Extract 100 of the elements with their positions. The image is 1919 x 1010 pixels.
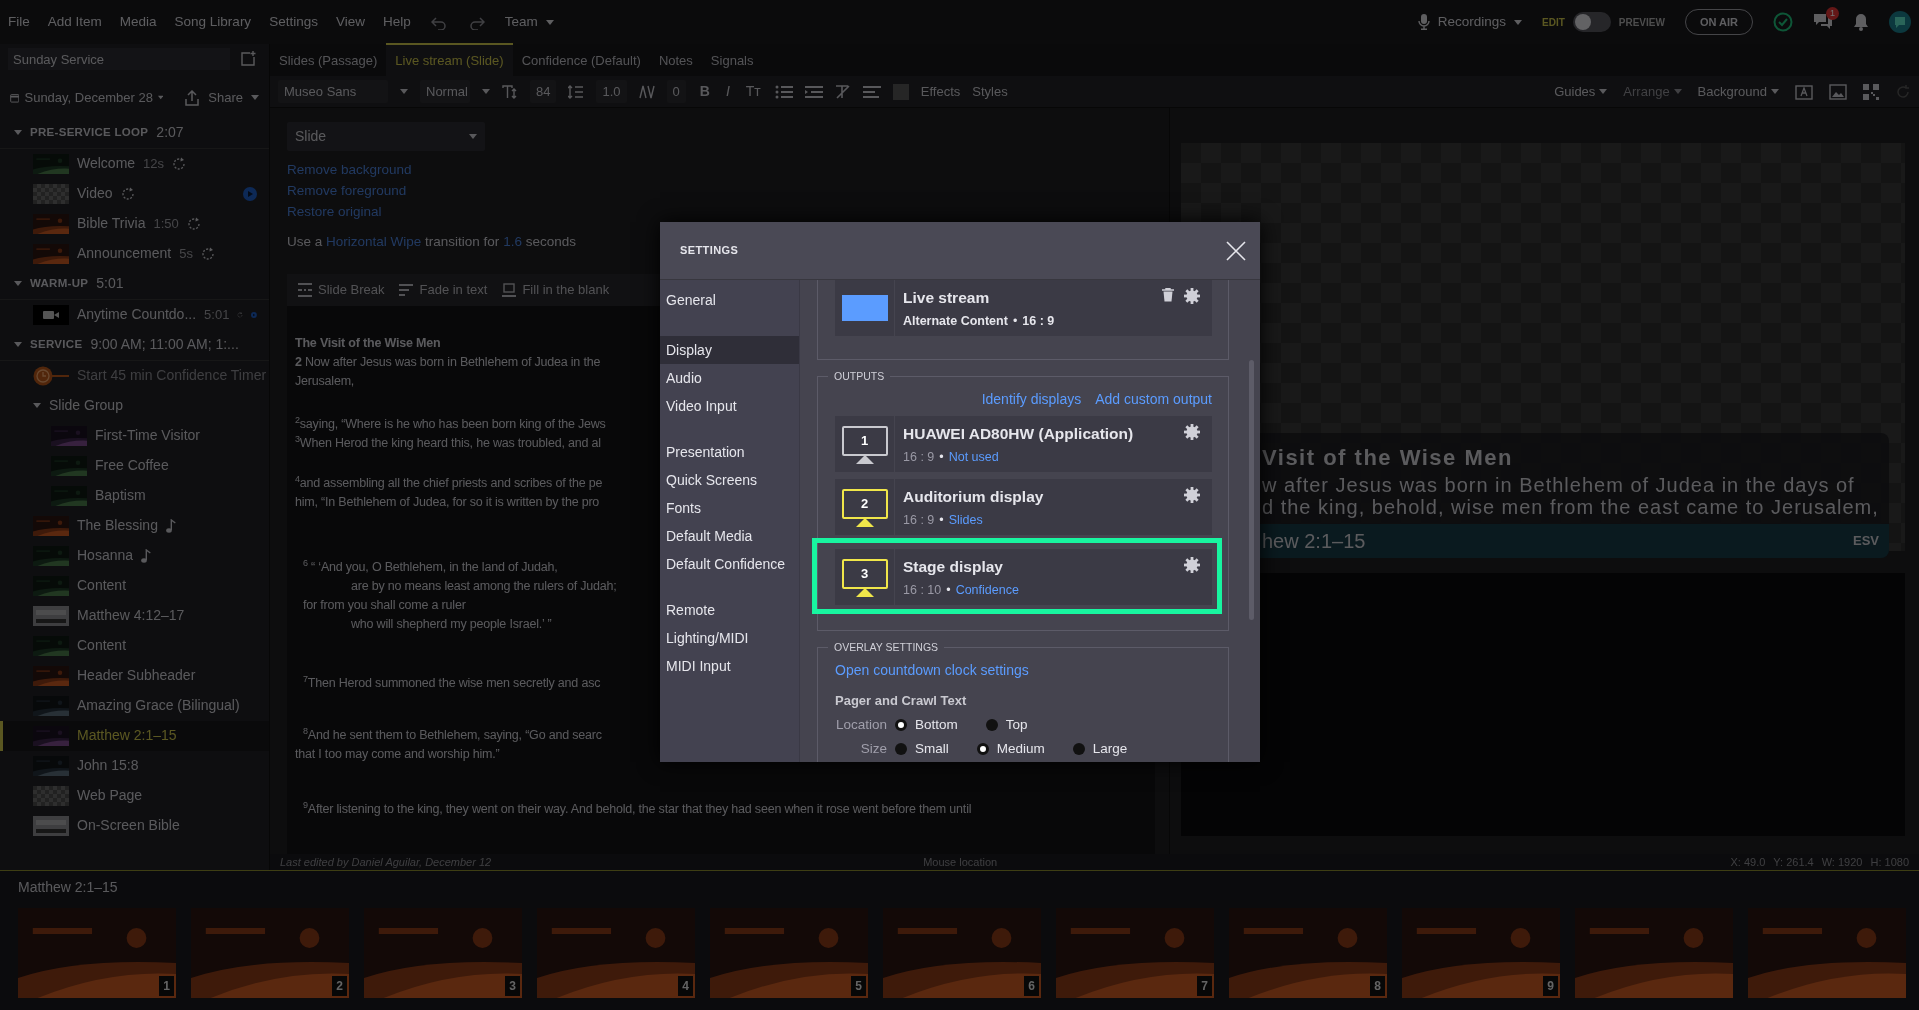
settings-nav-item[interactable]: Lighting/MIDI <box>660 624 799 652</box>
radio-button[interactable] <box>976 742 989 755</box>
add-icon[interactable] <box>240 51 256 67</box>
bell-icon[interactable] <box>1853 13 1869 31</box>
gear-button[interactable] <box>1184 288 1200 304</box>
indent-icon[interactable] <box>804 84 823 99</box>
letter-spacing-field[interactable]: 0 <box>666 79 686 104</box>
slide-type-select[interactable]: Slide <box>287 122 485 151</box>
section-title[interactable]: WARM-UP <box>30 274 89 293</box>
menu-item[interactable]: Song Library <box>174 11 252 33</box>
sidebar-item[interactable]: Matthew 2:1–15 <box>0 720 269 751</box>
sidebar-item[interactable]: On-Screen Bible <box>0 810 269 841</box>
toolbar-menu[interactable]: Background <box>1697 81 1767 102</box>
sidebar-item[interactable]: Content <box>0 630 269 661</box>
format-button[interactable]: I <box>723 81 732 102</box>
search-field[interactable]: Sunday Service <box>8 48 230 70</box>
sidebar-item[interactable]: Free Coffee <box>0 450 269 481</box>
settings-nav-item[interactable]: Default Media <box>660 522 799 550</box>
effects-menu[interactable]: Effects <box>920 81 961 102</box>
settings-nav-item[interactable]: Remote <box>660 596 799 624</box>
check-circle-icon[interactable] <box>1773 12 1793 32</box>
font-size-field[interactable]: 84 <box>530 79 557 104</box>
mode-toggle[interactable] <box>1572 12 1611 32</box>
settings-nav-item[interactable]: Display <box>660 336 799 364</box>
tool-button[interactable]: Slide Break <box>318 280 385 300</box>
sidebar-item[interactable]: Baptism <box>0 480 269 511</box>
assignment-link[interactable]: Not used <box>948 448 999 467</box>
settings-nav-item[interactable]: MIDI Input <box>660 652 799 680</box>
output-link[interactable]: Add custom output <box>1095 389 1212 410</box>
editor-tab[interactable]: Confidence (Default) <box>512 42 650 76</box>
editor-tab[interactable]: Live stream (Slide) <box>386 42 513 76</box>
menu-item[interactable]: Media <box>119 11 157 33</box>
sidebar-item[interactable]: Hosanna <box>0 540 269 571</box>
output-link[interactable]: Identify displays <box>981 389 1082 410</box>
line-height-field[interactable]: 1.0 <box>596 79 627 104</box>
avatar-icon[interactable] <box>1889 11 1911 33</box>
assignment-link[interactable]: Confidence <box>955 581 1019 600</box>
sidebar-item[interactable]: Announcement 5s <box>0 238 269 269</box>
sidebar-item[interactable]: Anytime Countdo... 5:01 <box>0 299 269 330</box>
action-link[interactable]: Restore original <box>287 201 382 222</box>
sidebar-item[interactable]: Amazing Grace (Bilingual) <box>0 690 269 721</box>
format-button[interactable]: Tт <box>743 81 763 102</box>
action-link[interactable]: Remove background <box>287 159 412 180</box>
clear-format-icon[interactable] <box>834 84 851 99</box>
team-menu[interactable]: Team <box>504 11 538 33</box>
sidebar-item[interactable]: Bible Trivia 1:50 <box>0 208 269 239</box>
radio-button[interactable] <box>895 718 907 731</box>
menu-item[interactable]: Settings <box>269 11 318 33</box>
font-select[interactable]: Museo Sans <box>278 79 388 104</box>
menu-item[interactable]: Add Item <box>47 11 102 33</box>
style-select[interactable]: Normal <box>420 79 470 104</box>
assignment-link[interactable]: Slides <box>948 511 983 530</box>
date-menu[interactable]: Sunday, December 28 <box>24 88 153 108</box>
qr-code-icon[interactable] <box>1863 83 1879 100</box>
settings-nav-item[interactable]: Video Input <box>660 392 799 420</box>
menu-item[interactable]: Help <box>382 11 411 33</box>
sidebar-item[interactable]: First-Time Visitor <box>0 420 269 451</box>
trash-button[interactable] <box>1162 288 1174 302</box>
radio-button[interactable] <box>985 718 998 731</box>
settings-nav-item[interactable]: General <box>660 282 799 318</box>
radio-button[interactable] <box>1072 742 1085 755</box>
section-title[interactable]: PRE-SERVICE LOOP <box>30 123 149 142</box>
sidebar-item[interactable]: Content <box>0 570 269 601</box>
sidebar-item[interactable]: Video <box>0 178 269 209</box>
toolbar-menu[interactable]: Guides <box>1554 81 1596 102</box>
share-menu[interactable]: Share <box>208 88 243 108</box>
close-button[interactable] <box>1226 240 1246 261</box>
transition-link[interactable]: Horizontal Wipe <box>326 234 422 249</box>
section-title[interactable]: SERVICE <box>30 335 83 354</box>
bullet-list-icon[interactable] <box>774 84 793 99</box>
gear-button[interactable] <box>1184 487 1200 503</box>
align-icon[interactable] <box>862 84 881 99</box>
format-button[interactable]: B <box>697 81 712 102</box>
menu-item[interactable]: View <box>335 11 365 33</box>
sidebar-item[interactable]: Slide Group <box>0 390 269 421</box>
settings-nav-item[interactable]: Quick Screens <box>660 466 799 494</box>
editor-tab[interactable]: Notes <box>649 42 702 76</box>
sidebar-item[interactable]: Welcome 12s <box>0 148 269 179</box>
editor-tab[interactable]: Slides (Passage) <box>270 42 387 76</box>
text-box-icon[interactable] <box>1795 83 1813 100</box>
styles-menu[interactable]: Styles <box>972 81 1008 102</box>
settings-nav-item[interactable]: Fonts <box>660 494 799 522</box>
settings-nav-item[interactable]: Audio <box>660 364 799 392</box>
duration-link[interactable]: 1.6 <box>503 234 522 249</box>
editor-tab[interactable]: Signals <box>701 42 763 76</box>
settings-nav-item[interactable]: Default Confidence <box>660 550 799 578</box>
menu-item[interactable]: File <box>8 11 30 33</box>
settings-nav-item[interactable]: Presentation <box>660 438 799 466</box>
image-icon[interactable] <box>1829 83 1847 100</box>
radio-button[interactable] <box>895 742 907 755</box>
countdown-settings-link[interactable]: Open countdown clock settings <box>835 662 1029 678</box>
sidebar-item[interactable]: Web Page <box>0 780 269 811</box>
gear-button[interactable] <box>1184 424 1200 440</box>
action-link[interactable]: Remove foreground <box>287 180 407 201</box>
recordings-menu[interactable]: Recordings <box>1437 11 1506 33</box>
gear-button[interactable] <box>1184 557 1200 573</box>
sidebar-item[interactable]: Header Subheader <box>0 660 269 691</box>
scrollbar-thumb[interactable] <box>1249 360 1254 620</box>
sidebar-item[interactable]: The Blessing <box>0 510 269 541</box>
sidebar-item[interactable]: Matthew 4:12–17 <box>0 600 269 631</box>
